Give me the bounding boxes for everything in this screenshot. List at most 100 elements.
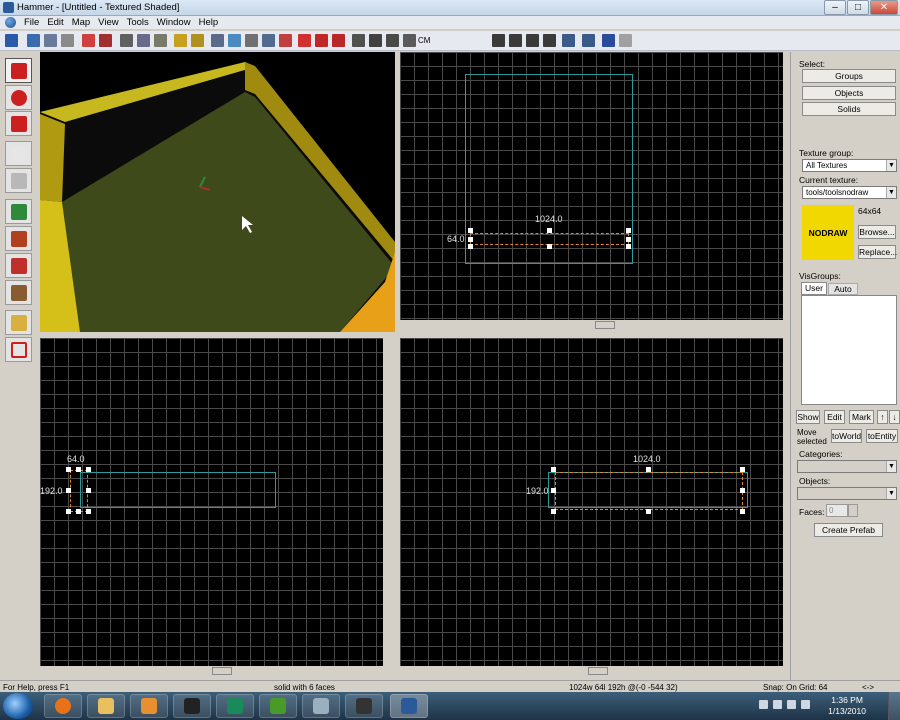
magnify-tool-button[interactable] bbox=[5, 85, 32, 110]
viewport-side-vscroll[interactable] bbox=[383, 338, 393, 666]
visgroups-edit-button[interactable]: Edit bbox=[824, 410, 845, 424]
menu-tools[interactable]: Tools bbox=[123, 17, 153, 28]
gear-icon[interactable] bbox=[369, 34, 382, 47]
cordon-icon[interactable] bbox=[279, 34, 292, 47]
arrow-up-icon[interactable] bbox=[759, 700, 768, 709]
menu-window[interactable]: Window bbox=[153, 17, 195, 28]
visgroups-mark-button[interactable]: Mark bbox=[849, 410, 874, 424]
taskbar-app-green[interactable] bbox=[216, 694, 254, 718]
flip-vertical-icon[interactable] bbox=[315, 34, 328, 47]
menu-edit[interactable]: Edit bbox=[43, 17, 67, 28]
block-tool-button[interactable] bbox=[5, 168, 32, 193]
run-map-icon[interactable] bbox=[44, 34, 57, 47]
start-button[interactable] bbox=[3, 693, 33, 719]
copy-icon[interactable] bbox=[137, 34, 150, 47]
menu-help[interactable]: Help bbox=[195, 17, 223, 28]
taskbar-window[interactable] bbox=[302, 694, 340, 718]
decal-tool-button[interactable] bbox=[5, 253, 32, 278]
paste-icon[interactable] bbox=[154, 34, 167, 47]
snap-icon[interactable] bbox=[403, 34, 416, 47]
viewport-front-hscroll[interactable] bbox=[400, 666, 783, 676]
viewport-front[interactable]: 1024.0 192.0 bbox=[400, 338, 783, 666]
minimize-button[interactable]: – bbox=[824, 0, 846, 15]
selected-brush-front[interactable] bbox=[555, 472, 743, 510]
cm-label[interactable]: CM bbox=[418, 36, 430, 45]
document-icon[interactable] bbox=[5, 17, 16, 28]
faces-input[interactable]: 0 bbox=[826, 504, 848, 517]
selection-tool-button[interactable] bbox=[5, 58, 32, 83]
browse-button[interactable]: Browse... bbox=[858, 225, 896, 239]
taskbar-steam[interactable] bbox=[173, 694, 211, 718]
network-icon[interactable] bbox=[787, 700, 796, 709]
show-desktop-button[interactable] bbox=[888, 692, 900, 720]
texture-application-tool-button[interactable] bbox=[5, 199, 32, 224]
scale-texture-icon[interactable] bbox=[191, 34, 204, 47]
menu-file[interactable]: File bbox=[20, 17, 43, 28]
toggle-selection-icon[interactable] bbox=[582, 34, 595, 47]
group-icon[interactable] bbox=[82, 34, 95, 47]
visgroups-show-button[interactable]: Show bbox=[796, 410, 820, 424]
maximize-button[interactable]: □ bbox=[847, 0, 869, 15]
entity-tool-button[interactable] bbox=[5, 141, 32, 166]
show-3d-grid-icon[interactable] bbox=[562, 34, 575, 47]
viewport-side[interactable]: 64.0 192.0 bbox=[40, 338, 383, 666]
select-groups-button[interactable]: Groups bbox=[802, 69, 896, 83]
faces-spinner[interactable] bbox=[848, 504, 858, 517]
cut-icon[interactable] bbox=[120, 34, 133, 47]
ignore-groups-icon[interactable] bbox=[228, 34, 241, 47]
flip-horizontal-icon[interactable] bbox=[298, 34, 311, 47]
tab-visgroups-auto[interactable]: Auto bbox=[828, 283, 858, 295]
apply-texture-tool-button[interactable] bbox=[5, 226, 32, 251]
menu-view[interactable]: View bbox=[94, 17, 122, 28]
select-solids-button[interactable]: Solids bbox=[802, 102, 896, 116]
objects-select[interactable]: ▼ bbox=[797, 487, 897, 500]
undo-icon[interactable] bbox=[602, 34, 615, 47]
texture-lock-icon[interactable] bbox=[174, 34, 187, 47]
taskbar-firefox[interactable] bbox=[44, 694, 82, 718]
arrow-up-icon[interactable]: ↑ bbox=[877, 410, 888, 424]
vertex-tool-button[interactable] bbox=[5, 337, 32, 362]
grid-smaller-icon[interactable] bbox=[526, 34, 539, 47]
categories-select[interactable]: ▼ bbox=[797, 460, 897, 473]
volume-icon[interactable] bbox=[801, 700, 810, 709]
current-texture-select[interactable]: tools/toolsnodraw ▼ bbox=[802, 186, 897, 199]
selection-box-icon[interactable] bbox=[211, 34, 224, 47]
grid-larger-icon[interactable] bbox=[543, 34, 556, 47]
redo-icon[interactable] bbox=[619, 34, 632, 47]
viewport-3d[interactable] bbox=[40, 52, 395, 332]
ungroup-icon[interactable] bbox=[99, 34, 112, 47]
visgroups-list[interactable] bbox=[801, 295, 897, 405]
fine-grid-icon[interactable] bbox=[509, 34, 522, 47]
grid-icon[interactable] bbox=[492, 34, 505, 47]
open-icon[interactable] bbox=[5, 34, 18, 47]
close-button[interactable]: ✕ bbox=[870, 0, 898, 15]
radius-culling-icon[interactable] bbox=[352, 34, 365, 47]
replace-button[interactable]: Replace... bbox=[858, 245, 897, 259]
to-entity-button[interactable]: toEntity bbox=[866, 429, 898, 443]
viewport-side-hscroll[interactable] bbox=[40, 666, 383, 676]
viewport-top[interactable]: 1024.0 64.0 bbox=[400, 52, 783, 320]
taskbar-nvidia[interactable] bbox=[259, 694, 297, 718]
menu-map[interactable]: Map bbox=[68, 17, 94, 28]
save-icon[interactable] bbox=[27, 34, 40, 47]
clipping-tool-button[interactable] bbox=[5, 310, 32, 335]
texture-group-select[interactable]: All Textures ▼ bbox=[802, 159, 897, 172]
carve-icon[interactable] bbox=[245, 34, 258, 47]
taskbar-explorer[interactable] bbox=[87, 694, 125, 718]
grid-display-icon[interactable] bbox=[386, 34, 399, 47]
camera-tool-button[interactable] bbox=[5, 111, 32, 136]
clock[interactable]: 1:36 PM 1/13/2010 bbox=[828, 695, 866, 717]
create-prefab-button[interactable]: Create Prefab bbox=[814, 523, 883, 537]
align-icon[interactable] bbox=[332, 34, 345, 47]
arrow-down-icon[interactable]: ↓ bbox=[889, 410, 900, 424]
select-objects-button[interactable]: Objects bbox=[802, 86, 896, 100]
to-world-button[interactable]: toWorld bbox=[831, 429, 862, 443]
tab-visgroups-user[interactable]: User bbox=[801, 282, 827, 295]
viewport-top-hscroll[interactable] bbox=[400, 320, 783, 330]
hide-icon[interactable] bbox=[61, 34, 74, 47]
hollow-icon[interactable] bbox=[262, 34, 275, 47]
taskbar-steam-2[interactable] bbox=[345, 694, 383, 718]
flag-icon[interactable] bbox=[773, 700, 782, 709]
overlay-tool-button[interactable] bbox=[5, 280, 32, 305]
taskbar-hammer[interactable] bbox=[390, 694, 428, 718]
